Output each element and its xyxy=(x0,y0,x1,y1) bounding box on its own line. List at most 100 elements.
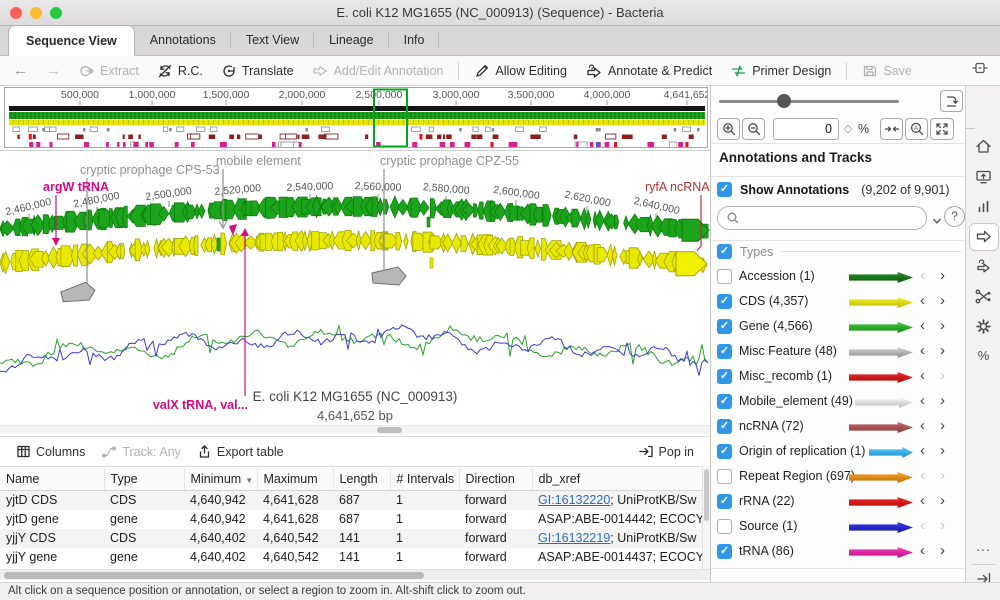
prev-annotation-button[interactable]: ‹ xyxy=(920,467,925,484)
graphs-tool-button[interactable] xyxy=(966,197,1000,221)
type-row-mobile-element-49[interactable]: ✓Mobile_element (49)‹› xyxy=(711,389,966,414)
type-row-accession-1[interactable]: Accession (1)‹› xyxy=(711,264,966,289)
add-edit-annotation-button[interactable]: Add/Edit Annotation xyxy=(303,56,453,85)
search-dropdown-chevron[interactable] xyxy=(932,214,942,228)
track-filter-button[interactable]: Track: Any xyxy=(93,437,189,466)
prev-annotation-button[interactable]: ‹ xyxy=(920,292,925,309)
type-row-cds-4-357[interactable]: ✓CDS (4,357)‹› xyxy=(711,289,966,314)
table-row[interactable]: yjtD genegene4,640,9424,641,6286871forwa… xyxy=(0,510,702,529)
show-annotations-row[interactable]: ✓ Show Annotations (9,202 of 9,901) xyxy=(717,182,950,197)
next-annotation-button[interactable]: › xyxy=(940,442,945,459)
find-button[interactable]: A xyxy=(905,118,928,140)
type-checkbox[interactable] xyxy=(717,269,732,284)
tab-sequence-view[interactable]: Sequence View xyxy=(8,25,135,56)
display-tool-button[interactable] xyxy=(966,167,1000,191)
column-header-db_xref[interactable]: db_xref xyxy=(532,467,702,491)
next-annotation-button[interactable]: › xyxy=(940,317,945,334)
prev-annotation-button[interactable]: ‹ xyxy=(920,267,925,284)
primer-design-button[interactable]: Primer Design xyxy=(721,56,840,85)
type-checkbox[interactable] xyxy=(717,469,732,484)
more-tools-button[interactable]: ... xyxy=(966,538,1000,554)
type-checkbox[interactable]: ✓ xyxy=(717,444,732,459)
type-checkbox[interactable] xyxy=(717,519,732,534)
prev-annotation-button[interactable]: ‹ xyxy=(920,542,925,559)
column-header-maximum[interactable]: Maximum xyxy=(257,467,333,491)
zoom-slider-thumb[interactable] xyxy=(777,94,791,108)
restriction-tool-button[interactable] xyxy=(966,287,1000,311)
table-row[interactable]: yjtD CDSCDS4,640,9424,641,6286871forward… xyxy=(0,491,702,510)
type-row-ncrna-72[interactable]: ✓ncRNA (72)‹› xyxy=(711,414,966,439)
type-row-source-1[interactable]: Source (1)‹› xyxy=(711,514,966,539)
db-xref-link[interactable]: GI:16132220 xyxy=(538,493,610,507)
detail-view-canvas[interactable]: 2,460,0002,480,0002,500,0002,520,0002,54… xyxy=(0,150,710,424)
types-group-header[interactable]: ✓ Types xyxy=(717,244,961,259)
annotate-predict-button[interactable]: Annotate & Predict xyxy=(576,56,721,85)
type-checkbox[interactable]: ✓ xyxy=(717,294,732,309)
tab-text-view[interactable]: Text View xyxy=(231,25,314,55)
next-annotation-button[interactable]: › xyxy=(940,292,945,309)
table-row[interactable]: yjjY genegene4,640,4024,640,5421411forwa… xyxy=(0,548,702,567)
next-annotation-button[interactable]: › xyxy=(940,517,945,534)
type-row-misc-feature-48[interactable]: ✓Misc Feature (48)‹› xyxy=(711,339,966,364)
fit-to-width-button[interactable] xyxy=(880,118,903,140)
fullscreen-button[interactable] xyxy=(930,118,954,140)
next-annotation-button[interactable]: › xyxy=(940,342,945,359)
settings-tool-button[interactable] xyxy=(966,317,1000,341)
back-icon[interactable]: ← xyxy=(4,62,37,79)
tab-lineage[interactable]: Lineage xyxy=(314,25,389,55)
type-checkbox[interactable]: ✓ xyxy=(717,344,732,359)
toggle-panel-button[interactable] xyxy=(970,60,990,81)
scrollbar-thumb[interactable] xyxy=(4,572,424,579)
forward-icon[interactable]: → xyxy=(37,62,70,79)
prev-annotation-button[interactable]: ‹ xyxy=(920,417,925,434)
type-row-gene-4-566[interactable]: ✓Gene (4,566)‹› xyxy=(711,314,966,339)
zoom-window-button[interactable] xyxy=(50,7,62,19)
type-row-repeat-region-697[interactable]: Repeat Region (697)‹› xyxy=(711,464,966,489)
overview-canvas[interactable]: 500,0001,000,0001,500,0002,000,0002,500,… xyxy=(5,88,707,147)
column-header--intervals[interactable]: # Intervals xyxy=(390,467,459,491)
type-checkbox[interactable]: ✓ xyxy=(717,494,732,509)
type-row-trna-86[interactable]: ✓tRNA (86)‹› xyxy=(711,539,966,564)
help-button[interactable]: ? xyxy=(944,206,965,227)
table-horizontal-scrollbar[interactable] xyxy=(0,569,710,580)
pop-in-button[interactable]: Pop in xyxy=(630,437,702,466)
next-annotation-button[interactable]: › xyxy=(940,392,945,409)
prev-annotation-button[interactable]: ‹ xyxy=(920,442,925,459)
scrollbar-thumb[interactable] xyxy=(377,427,402,433)
export-table-button[interactable]: Export table xyxy=(189,437,292,466)
tab-annotations[interactable]: Annotations xyxy=(135,25,231,55)
zoom-out-button[interactable] xyxy=(742,118,765,140)
next-annotation-button[interactable]: › xyxy=(940,542,945,559)
table-header-row[interactable]: NameTypeMinimum▼MaximumLength# Intervals… xyxy=(0,467,702,491)
column-header-type[interactable]: Type xyxy=(104,467,184,491)
type-row-rrna-22[interactable]: ✓rRNA (22)‹› xyxy=(711,489,966,514)
tab-info[interactable]: Info xyxy=(389,25,440,55)
next-annotation-button[interactable]: › xyxy=(940,367,945,384)
type-row-misc-recomb-1[interactable]: ✓Misc_recomb (1)‹› xyxy=(711,364,966,389)
genome-overview[interactable]: 500,0001,000,0001,500,0002,000,0002,500,… xyxy=(4,87,708,148)
annotations-table[interactable]: NameTypeMinimum▼MaximumLength# Intervals… xyxy=(0,466,703,567)
table-row[interactable]: yjjY CDSCDS4,640,4024,640,5421411forward… xyxy=(0,529,702,548)
reverse-complement-button[interactable]: R.C. xyxy=(148,56,212,85)
jump-to-button[interactable] xyxy=(940,90,963,112)
type-checkbox[interactable]: ✓ xyxy=(717,319,732,334)
predict-tool-button[interactable] xyxy=(966,257,1000,281)
table-vertical-scrollbar[interactable] xyxy=(702,466,710,569)
type-checkbox[interactable]: ✓ xyxy=(717,544,732,559)
gc-content-tool-button[interactable]: % xyxy=(966,348,1000,363)
type-checkbox[interactable]: ✓ xyxy=(717,394,732,409)
column-header-minimum[interactable]: Minimum▼ xyxy=(184,467,257,491)
annotation-search-input[interactable] xyxy=(717,206,927,230)
next-annotation-button[interactable]: › xyxy=(940,492,945,509)
annotations-tool-button[interactable] xyxy=(966,227,1000,251)
zoom-slider[interactable] xyxy=(719,100,899,103)
prev-annotation-button[interactable]: ‹ xyxy=(920,517,925,534)
allow-editing-button[interactable]: Allow Editing xyxy=(465,56,576,85)
column-header-length[interactable]: Length xyxy=(333,467,390,491)
show-annotations-checkbox[interactable]: ✓ xyxy=(717,182,732,197)
next-annotation-button[interactable]: › xyxy=(940,267,945,284)
prev-annotation-button[interactable]: ‹ xyxy=(920,342,925,359)
type-checkbox[interactable]: ✓ xyxy=(717,419,732,434)
detail-horizontal-scrollbar[interactable] xyxy=(0,425,710,434)
columns-button[interactable]: Columns xyxy=(8,437,93,466)
